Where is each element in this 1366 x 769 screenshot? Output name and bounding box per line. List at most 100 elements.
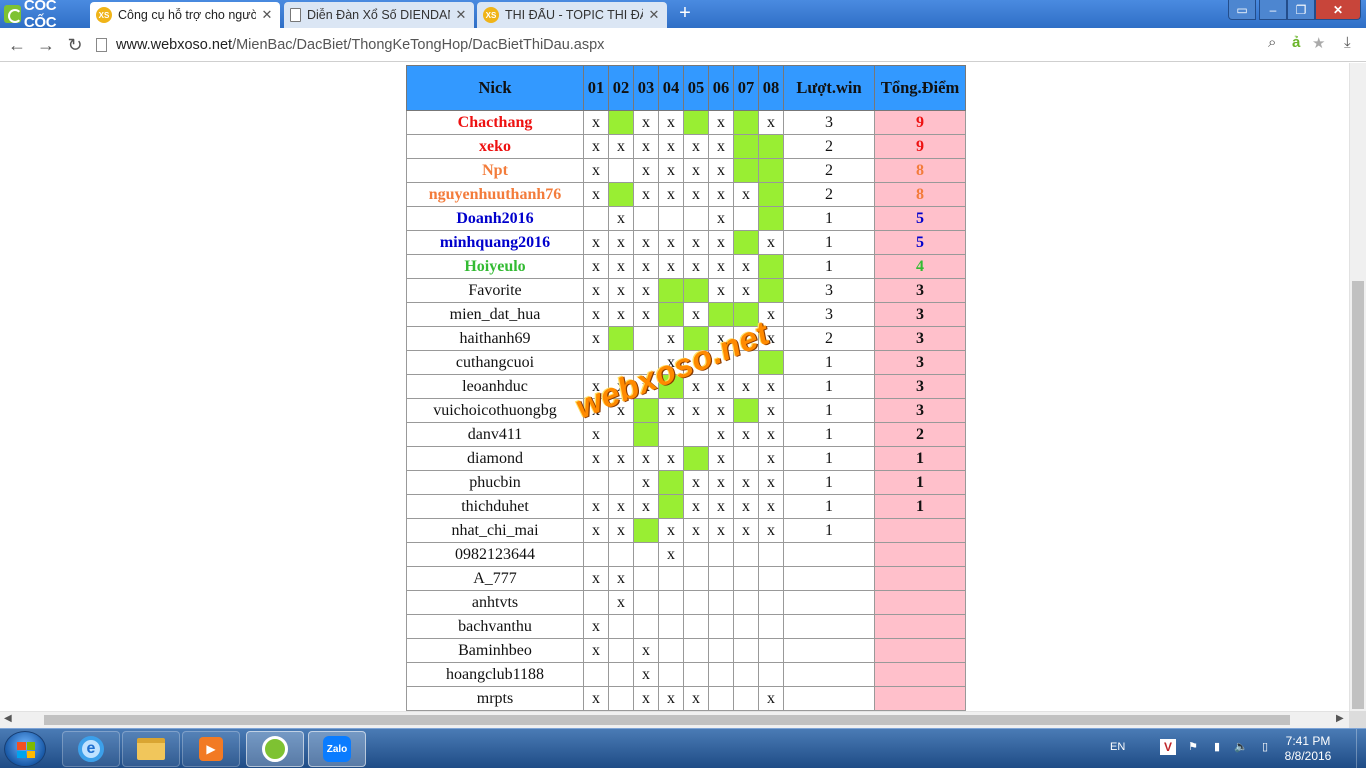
close-tab-icon[interactable]: ✕ <box>647 7 661 23</box>
wins-cell: 2 <box>783 134 875 159</box>
table-row: Chacthang x x x x x 3 9 <box>406 110 966 135</box>
close-window-button[interactable]: ✕ <box>1315 0 1361 20</box>
win-cell <box>758 134 784 159</box>
round-cell: x <box>658 110 684 135</box>
round-cell <box>708 686 734 711</box>
win-cell <box>683 278 709 303</box>
language-indicator[interactable]: EN <box>1110 741 1125 753</box>
round-cell: x <box>608 566 634 591</box>
user-icon[interactable]: ▭ <box>1228 0 1256 20</box>
zalo-icon[interactable]: Zalo <box>308 731 366 767</box>
round-cell <box>683 590 709 615</box>
round-cell: x <box>708 398 734 423</box>
battery-icon[interactable]: ▯ <box>1258 740 1272 754</box>
round-cell: x <box>758 518 784 543</box>
points-cell: 5 <box>874 230 966 255</box>
vertical-scrollbar[interactable] <box>1349 63 1366 711</box>
round-cell: x <box>633 638 659 663</box>
round-cell: x <box>758 422 784 447</box>
reload-button[interactable]: ↻ <box>64 34 86 56</box>
scroll-thumb[interactable] <box>1352 281 1364 709</box>
win-cell <box>608 110 634 135</box>
antivirus-icon[interactable]: V <box>1160 739 1176 755</box>
address-bar[interactable]: www.webxoso.net/MienBac/DacBiet/ThongKeT… <box>96 32 1336 58</box>
win-cell <box>758 182 784 207</box>
table-row: haithanh69 x x x x 2 3 <box>406 326 966 351</box>
round-cell: x <box>608 278 634 303</box>
start-button[interactable] <box>4 731 46 767</box>
forward-button[interactable]: → <box>35 34 57 56</box>
round-cell: x <box>608 206 634 231</box>
round-cell: x <box>658 182 684 207</box>
win-cell <box>708 302 734 327</box>
close-tab-icon[interactable]: ✕ <box>260 7 274 23</box>
coccoc-brand[interactable]: CỐC CỐC <box>0 0 88 31</box>
round-cell <box>658 566 684 591</box>
minimize-button[interactable]: – <box>1259 0 1287 20</box>
close-tab-icon[interactable]: ✕ <box>454 7 468 23</box>
back-button[interactable]: ← <box>6 34 28 56</box>
nick-cell: hoangclub1188 <box>406 662 584 687</box>
show-desktop-button[interactable] <box>1356 729 1366 769</box>
folder-icon[interactable] <box>122 731 180 767</box>
points-cell <box>874 614 966 639</box>
points-cell: 3 <box>874 398 966 423</box>
round-cell: x <box>608 230 634 255</box>
wins-cell: 1 <box>783 206 875 231</box>
table-row: vuichoicothuongbg x x x x x x 1 3 <box>406 398 966 423</box>
round-cell: x <box>583 614 609 639</box>
horizontal-scrollbar[interactable]: ◀ ▶ <box>0 711 1349 728</box>
scroll-right-icon[interactable]: ▶ <box>1336 713 1344 724</box>
scroll-left-icon[interactable]: ◀ <box>4 713 12 724</box>
tab-diendan[interactable]: Diễn Đàn Xổ Số DIENDAN ✕ <box>284 2 474 28</box>
round-cell: x <box>633 662 659 687</box>
round-cell <box>633 542 659 567</box>
coccoc-icon[interactable] <box>246 731 304 767</box>
win-cell <box>683 110 709 135</box>
round-cell: x <box>583 134 609 159</box>
windows-logo-icon <box>17 742 35 758</box>
round-cell: x <box>658 398 684 423</box>
round-cell <box>608 470 634 495</box>
column-header: 02 <box>608 65 634 111</box>
round-cell <box>758 590 784 615</box>
round-cell: x <box>583 518 609 543</box>
tab-thidau[interactable]: XS THI ĐẤU - TOPIC THI ĐẤU ✕ <box>477 2 667 28</box>
download-icon[interactable]: ⤓ <box>1344 34 1351 51</box>
zoom-icon[interactable]: ⌕ <box>1268 34 1276 51</box>
url-path: /MienBac/DacBiet/ThongKeTongHop/DacBietT… <box>232 37 605 53</box>
clock-time: 7:41 PM <box>1285 734 1331 748</box>
win-cell <box>633 398 659 423</box>
round-cell <box>758 542 784 567</box>
round-cell: x <box>608 590 634 615</box>
round-cell: x <box>658 326 684 351</box>
tab-active[interactable]: XS Công cụ hỗ trợ cho người ✕ <box>90 2 280 28</box>
wins-cell: 3 <box>783 110 875 135</box>
translate-icon[interactable]: ả <box>1292 34 1300 51</box>
win-cell <box>658 374 684 399</box>
nick-cell: mien_dat_hua <box>406 302 584 327</box>
clock[interactable]: 7:41 PM 8/8/2016 <box>1276 734 1340 764</box>
round-cell: x <box>633 254 659 279</box>
round-cell: x <box>708 206 734 231</box>
new-tab-button[interactable]: + <box>676 3 694 23</box>
bookmark-star-icon[interactable]: ★ <box>1312 34 1325 52</box>
url-text[interactable]: www.webxoso.net/MienBac/DacBiet/ThongKeT… <box>116 37 604 53</box>
win-cell <box>658 470 684 495</box>
table-row: Baminhbeo x x <box>406 638 966 663</box>
round-cell <box>683 206 709 231</box>
round-cell: x <box>633 470 659 495</box>
internet-explorer-icon[interactable]: e <box>62 731 120 767</box>
windows-taskbar: e ▶ Zalo EN V ⚑ ▮ 🔈 ▯ 7:41 PM 8/8/2016 <box>0 728 1366 769</box>
round-cell <box>608 686 634 711</box>
volume-icon[interactable]: 🔈 <box>1234 740 1248 754</box>
signal-icon[interactable]: ▮ <box>1210 740 1224 754</box>
round-cell: x <box>708 134 734 159</box>
round-cell: x <box>708 422 734 447</box>
scroll-corner <box>1349 711 1366 728</box>
media-player-icon[interactable]: ▶ <box>182 731 240 767</box>
flag-icon[interactable]: ⚑ <box>1186 740 1200 754</box>
column-header: 06 <box>708 65 734 111</box>
maximize-button[interactable]: ❐ <box>1287 0 1315 20</box>
scroll-thumb[interactable] <box>44 715 1290 725</box>
